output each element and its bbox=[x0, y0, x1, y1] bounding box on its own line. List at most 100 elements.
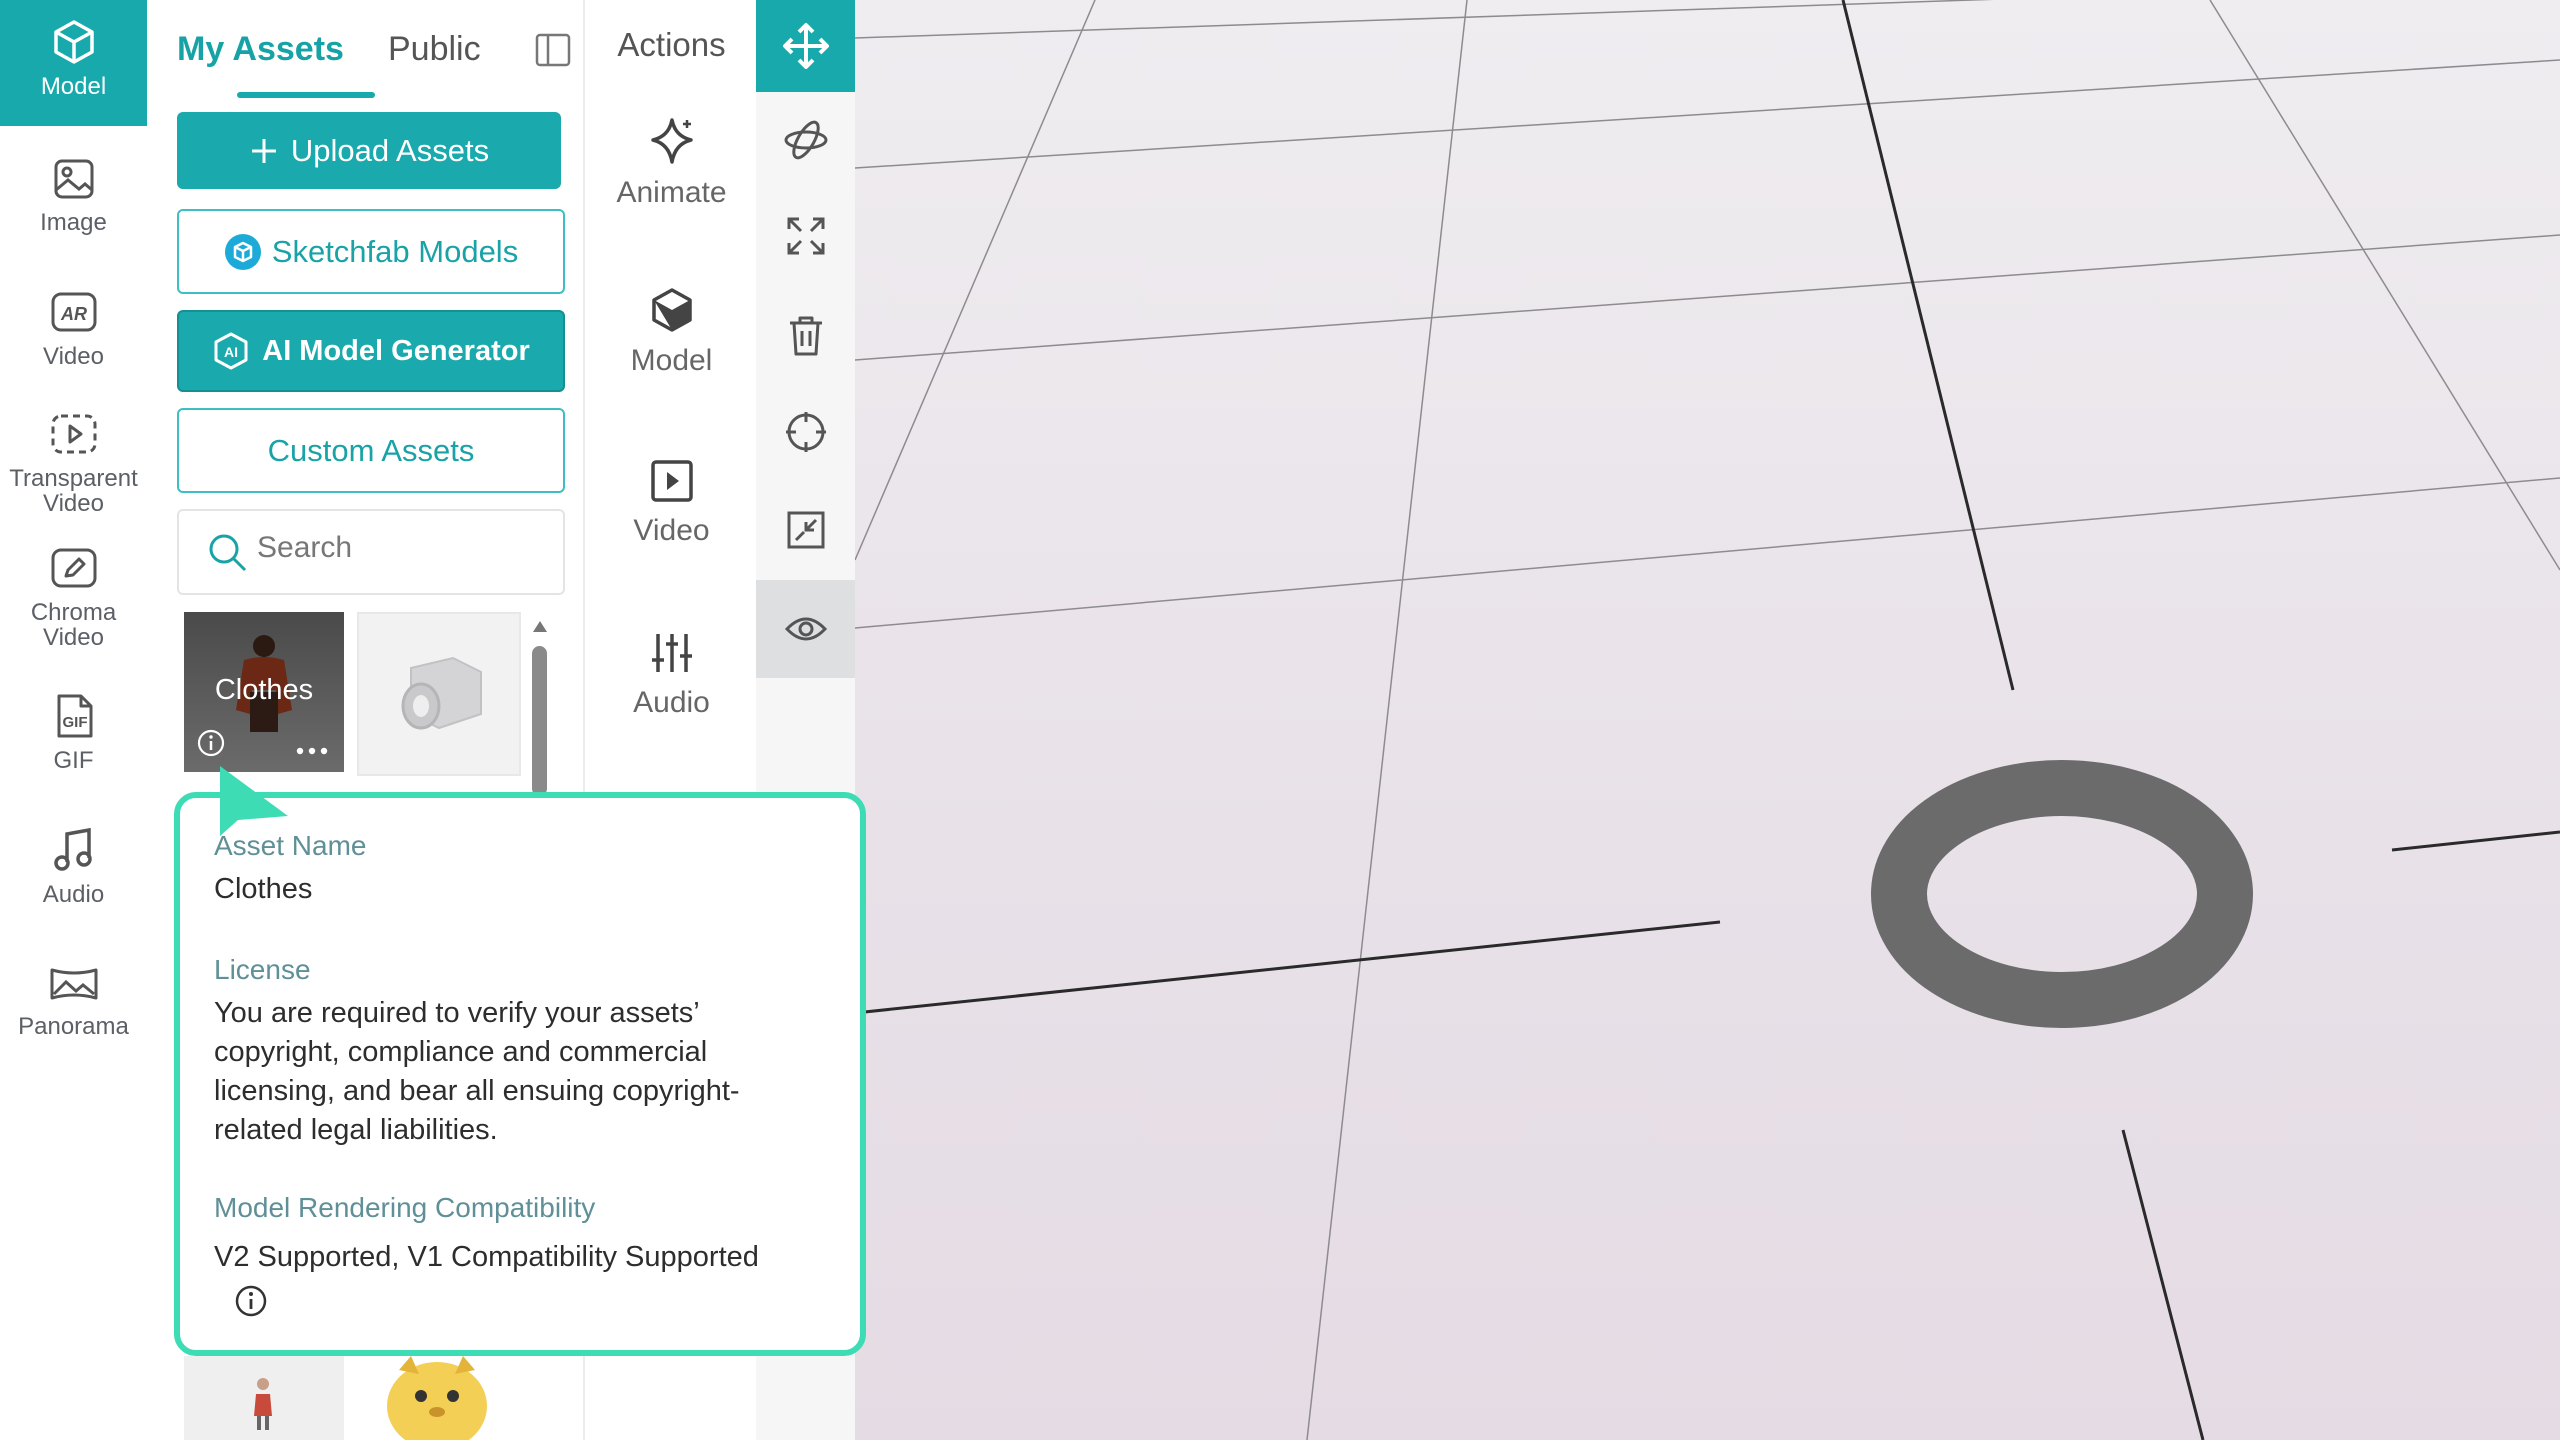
play-square-icon bbox=[650, 460, 693, 502]
action-label: Audio bbox=[633, 686, 710, 719]
rail-label: Video bbox=[43, 624, 104, 651]
chroma-video-icon bbox=[51, 548, 96, 588]
sketchfab-icon bbox=[224, 233, 261, 270]
ar-video-icon: AR bbox=[51, 292, 96, 332]
asset-thumbnail bbox=[254, 1378, 272, 1430]
custom-assets-button[interactable]: Custom Assets bbox=[177, 408, 565, 493]
shrink-icon bbox=[787, 511, 824, 549]
asset-card-clothes[interactable]: Clothes bbox=[184, 612, 344, 772]
action-label: Model bbox=[630, 344, 713, 377]
action-model[interactable]: Model bbox=[585, 286, 758, 378]
move-icon bbox=[782, 23, 829, 69]
rail-item-model[interactable]: Model bbox=[0, 0, 147, 126]
search-input[interactable]: Search bbox=[177, 509, 565, 595]
info-icon[interactable] bbox=[234, 1284, 268, 1318]
compatibility-value: V2 Supported, V1 Compatibility Supported bbox=[214, 1241, 759, 1273]
music-note-icon bbox=[53, 827, 92, 871]
action-audio[interactable]: Audio bbox=[585, 630, 758, 720]
panorama-icon bbox=[50, 968, 97, 1000]
action-animate[interactable]: Animate bbox=[585, 116, 758, 210]
action-label: Video bbox=[633, 514, 710, 547]
rail-label: Panorama bbox=[18, 1013, 129, 1040]
rail-label: Chroma bbox=[30, 599, 117, 626]
rotate-tool-button[interactable] bbox=[756, 92, 855, 188]
crosshair-icon bbox=[785, 412, 826, 452]
rail-item-transparent-video[interactable]: Transparent Video bbox=[0, 412, 147, 516]
rail-label: GIF bbox=[53, 747, 94, 774]
left-rail: Model Image AR Video Transparent Video C… bbox=[0, 0, 147, 1440]
model-cube-icon bbox=[651, 288, 692, 332]
rail-label: Video bbox=[43, 343, 104, 370]
rail-item-gif[interactable]: GIF GIF bbox=[0, 692, 147, 773]
tab-underline bbox=[237, 92, 375, 98]
rail-item-chroma-video[interactable]: Chroma Video bbox=[0, 546, 147, 650]
license-text-line: related legal liabilities. bbox=[214, 1114, 498, 1146]
license-text-line: copyright, compliance and commercial bbox=[214, 1036, 708, 1068]
license-label: License bbox=[214, 954, 311, 985]
svg-text:AR: AR bbox=[60, 304, 87, 324]
rail-label: Model bbox=[40, 73, 107, 100]
collapse-panel-icon[interactable] bbox=[535, 33, 571, 67]
expand-icon bbox=[787, 217, 824, 255]
fit-tool-button[interactable] bbox=[756, 482, 855, 578]
rail-label: Transparent bbox=[9, 465, 138, 492]
tab-my-assets[interactable]: My Assets bbox=[177, 30, 344, 69]
sparkle-icon bbox=[650, 118, 693, 164]
search-icon bbox=[209, 534, 247, 572]
upload-assets-button[interactable]: Upload Assets bbox=[177, 112, 561, 189]
ground-grid bbox=[855, 0, 2560, 1440]
ai-hexagon-icon: AI bbox=[214, 332, 248, 370]
sliders-icon bbox=[651, 634, 692, 672]
rail-label: Audio bbox=[42, 881, 105, 908]
asset-thumbnail bbox=[401, 656, 482, 730]
asset-info-popup: Asset Name Clothes License You are requi… bbox=[174, 792, 866, 1356]
cube-icon bbox=[53, 20, 94, 64]
image-icon bbox=[54, 159, 93, 199]
move-tool-button[interactable] bbox=[756, 0, 855, 92]
tab-public[interactable]: Public bbox=[388, 30, 481, 69]
asset-thumbnail bbox=[387, 1356, 487, 1440]
more-options-icon[interactable] bbox=[294, 746, 330, 756]
rail-label: Video bbox=[43, 490, 104, 517]
rail-item-audio[interactable]: Audio bbox=[0, 826, 147, 907]
delete-tool-button[interactable] bbox=[756, 288, 855, 384]
cursor-pointer-icon bbox=[220, 766, 288, 836]
3d-viewport[interactable] bbox=[855, 0, 2560, 1440]
plus-icon bbox=[251, 138, 276, 163]
compatibility-label: Model Rendering Compatibility bbox=[214, 1192, 596, 1223]
license-text-line: licensing, and bear all ensuing copyrigh… bbox=[214, 1075, 740, 1107]
rotate-icon bbox=[784, 120, 827, 160]
svg-text:AI: AI bbox=[224, 344, 238, 360]
scroll-up-arrow-icon[interactable] bbox=[530, 616, 550, 636]
rail-item-video[interactable]: AR Video bbox=[0, 290, 147, 369]
svg-text:GIF: GIF bbox=[62, 714, 87, 731]
asset-card[interactable] bbox=[357, 1356, 517, 1440]
license-text-line: You are required to verify your assets’ bbox=[214, 997, 700, 1029]
asset-card[interactable] bbox=[184, 1356, 344, 1440]
info-icon[interactable] bbox=[196, 728, 226, 758]
visibility-tool-button[interactable] bbox=[756, 580, 855, 678]
action-video[interactable]: Video bbox=[585, 458, 758, 548]
search-placeholder: Search bbox=[257, 531, 353, 564]
scrollbar-thumb[interactable] bbox=[532, 646, 547, 796]
rail-label: Image bbox=[40, 209, 107, 236]
ai-model-generator-button[interactable]: AI AI Model Generator bbox=[177, 310, 565, 392]
custom-assets-label: Custom Assets bbox=[267, 432, 475, 468]
transparent-video-icon bbox=[51, 414, 96, 454]
asset-name-value: Clothes bbox=[214, 873, 313, 905]
ring-object bbox=[1871, 760, 2253, 1028]
gif-icon: GIF bbox=[57, 694, 92, 738]
action-label: Animate bbox=[616, 176, 727, 209]
upload-assets-label: Upload Assets bbox=[290, 132, 490, 168]
asset-name: Clothes bbox=[214, 674, 314, 706]
sketchfab-models-button[interactable]: Sketchfab Models bbox=[177, 209, 565, 294]
rail-item-image[interactable]: Image bbox=[0, 156, 147, 235]
trash-icon bbox=[789, 316, 822, 356]
asset-card[interactable] bbox=[357, 612, 521, 776]
actions-title: Actions bbox=[617, 26, 726, 63]
center-tool-button[interactable] bbox=[756, 384, 855, 480]
ai-model-generator-label: AI Model Generator bbox=[262, 334, 530, 367]
scale-tool-button[interactable] bbox=[756, 188, 855, 284]
rail-item-panorama[interactable]: Panorama bbox=[0, 962, 147, 1039]
eye-icon bbox=[784, 617, 827, 641]
